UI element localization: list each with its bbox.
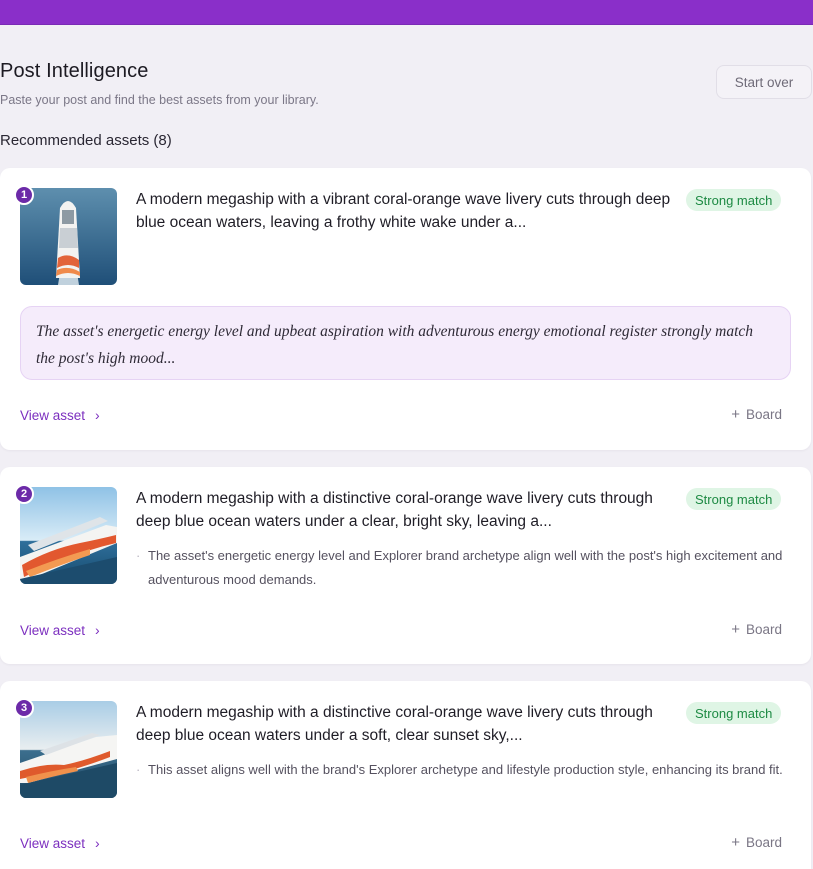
match-badge: Strong match bbox=[686, 189, 782, 211]
board-label: Board bbox=[745, 835, 782, 850]
asset-card: 2 A modern megaship with a distinctive c… bbox=[0, 467, 811, 664]
page-subtitle: Paste your post and find the best assets… bbox=[0, 93, 319, 107]
plus-icon: + bbox=[731, 406, 740, 423]
asset-title[interactable]: A modern megaship with a distinctive cor… bbox=[136, 701, 676, 747]
asset-thumbnail[interactable] bbox=[20, 487, 117, 584]
top-app-bar bbox=[0, 0, 813, 25]
rank-badge: 1 bbox=[14, 185, 34, 205]
bullet-icon: · bbox=[136, 548, 141, 563]
plus-icon: + bbox=[731, 621, 740, 638]
asset-title[interactable]: A modern megaship with a vibrant coral-o… bbox=[136, 188, 676, 234]
asset-title[interactable]: A modern megaship with a distinctive cor… bbox=[136, 487, 676, 533]
add-to-board-button[interactable]: + Board bbox=[731, 834, 782, 851]
add-to-board-button[interactable]: + Board bbox=[731, 406, 782, 423]
asset-thumbnail[interactable] bbox=[20, 188, 117, 285]
cruise-ship-image bbox=[20, 701, 117, 798]
cruise-ship-image bbox=[20, 487, 117, 584]
board-label: Board bbox=[745, 622, 782, 637]
match-reason-text: The asset's energetic energy level and E… bbox=[148, 548, 783, 587]
chevron-right-icon: › bbox=[95, 835, 100, 851]
match-badge: Strong match bbox=[686, 702, 782, 724]
page-title: Post Intelligence bbox=[0, 60, 149, 82]
rank-badge: 3 bbox=[14, 698, 34, 718]
recommended-assets-heading: Recommended assets (8) bbox=[0, 132, 172, 149]
asset-thumbnail[interactable] bbox=[20, 701, 117, 798]
board-label: Board bbox=[745, 407, 782, 422]
view-asset-label: View asset bbox=[20, 407, 86, 423]
match-reason-text: This asset aligns well with the brand's … bbox=[148, 762, 783, 777]
start-over-button[interactable]: Start over bbox=[716, 65, 812, 99]
add-to-board-button[interactable]: + Board bbox=[731, 621, 782, 638]
asset-card: 1 A modern megaship with a vibrant coral… bbox=[0, 168, 811, 450]
match-reason: · This asset aligns well with the brand'… bbox=[136, 758, 786, 782]
chevron-right-icon: › bbox=[95, 622, 100, 638]
page-header: Post Intelligence Paste your post and fi… bbox=[0, 58, 813, 118]
view-asset-label: View asset bbox=[20, 835, 86, 851]
asset-card: 3 A modern megaship with a distinctive c… bbox=[0, 681, 811, 869]
bullet-icon: · bbox=[136, 762, 141, 777]
view-asset-link[interactable]: View asset › bbox=[20, 407, 100, 423]
chevron-right-icon: › bbox=[95, 407, 100, 423]
view-asset-link[interactable]: View asset › bbox=[20, 835, 100, 851]
plus-icon: + bbox=[731, 834, 740, 851]
view-asset-label: View asset bbox=[20, 622, 86, 638]
rank-badge: 2 bbox=[14, 484, 34, 504]
match-rationale-quote: The asset's energetic energy level and u… bbox=[20, 306, 791, 380]
view-asset-link[interactable]: View asset › bbox=[20, 622, 100, 638]
cruise-ship-image bbox=[20, 188, 117, 285]
match-badge: Strong match bbox=[686, 488, 782, 510]
match-reason: · The asset's energetic energy level and… bbox=[136, 544, 786, 592]
